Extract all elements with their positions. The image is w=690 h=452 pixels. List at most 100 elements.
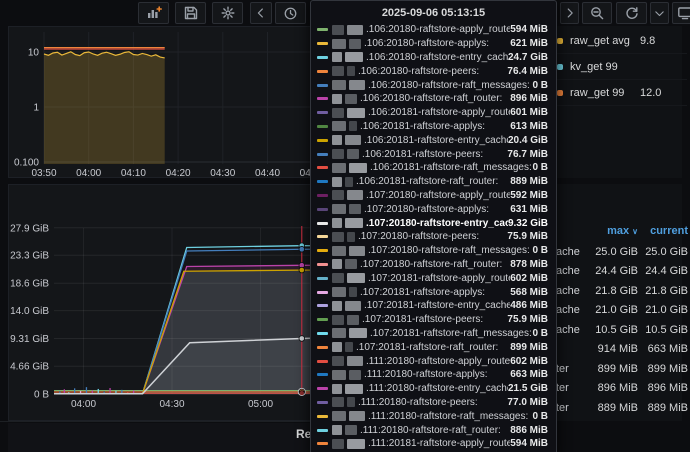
legend-table-header: max∨ current	[556, 220, 688, 242]
series-color-dash-icon	[317, 56, 328, 59]
legend-item[interactable]: raw_get avg9.8	[557, 28, 687, 54]
tooltip-series-value: 621 MiB	[510, 38, 550, 49]
legend-row-max-value: 24.4 GiB	[582, 265, 638, 277]
tooltip-series-label: .111:20180-raftstore-raft_messages:	[368, 411, 528, 422]
redacted-host-block	[347, 190, 363, 200]
legend-item[interactable]: raw_get 9912.0	[557, 80, 687, 106]
legend-item[interactable]: kv_get 99	[557, 54, 687, 80]
redacted-host-block	[345, 135, 361, 145]
series-tooltip: 2025-09-06 05:13:15 .106:20180-raftstore…	[310, 0, 557, 452]
series-color-dash-icon	[317, 346, 328, 349]
tooltip-series-value: 592 MiB	[510, 190, 550, 201]
redacted-host-block	[349, 246, 365, 256]
legend-table-row[interactable]: ter896 MiB896 MiB	[556, 379, 688, 399]
redacted-host-block	[332, 108, 344, 118]
refresh-interval-dropdown[interactable]	[650, 2, 669, 24]
refresh-dashboard-button[interactable]	[616, 2, 647, 24]
column-header-max[interactable]: max∨	[582, 225, 638, 237]
redacted-host-block	[345, 218, 363, 228]
svg-text:0 B: 0 B	[34, 390, 49, 401]
add-panel-button[interactable]	[138, 2, 169, 24]
tooltip-row: .107:20181-raftstore-apply_router:602 Mi…	[317, 271, 550, 285]
tooltip-series-label: .107:20180-raftstore-raft_messages:	[368, 245, 530, 256]
redacted-host-block	[349, 80, 365, 90]
legend-item-label: kv_get 99	[570, 61, 640, 73]
tooltip-series-label: .111:20181-raftstore-apply_router:	[368, 438, 510, 449]
series-color-dash-icon	[317, 208, 328, 211]
dashboard-settings-button[interactable]	[212, 2, 243, 24]
time-range-forward-button[interactable]	[560, 2, 579, 24]
redacted-host-block	[332, 246, 346, 256]
series-color-dash-icon	[317, 387, 328, 390]
tooltip-row: .107:20180-raftstore-applys:631 MiB	[317, 202, 550, 216]
tooltip-series-value: 0 B	[532, 162, 550, 173]
time-range-back-button[interactable]	[250, 2, 272, 24]
redacted-host-block	[349, 370, 361, 380]
series-color-dash-icon	[317, 111, 328, 114]
legend-row-max-value: 899 MiB	[582, 363, 638, 375]
tooltip-series-label: .106:20180-raftstore-apply_router:	[366, 24, 510, 35]
legend-table-row[interactable]: ache25.0 GiB25.0 GiB	[556, 242, 688, 262]
tooltip-series-label: .106:20181-raftstore-entry_cache:	[364, 135, 508, 146]
redacted-host-block	[332, 149, 344, 159]
time-range-picker-button[interactable]	[275, 2, 306, 24]
legend-table-row[interactable]: ache21.0 GiB21.0 GiB	[556, 301, 688, 321]
legend-table-row[interactable]: ache21.8 GiB21.8 GiB	[556, 281, 688, 301]
zoom-out-button[interactable]	[582, 2, 612, 24]
redacted-host-block	[332, 259, 342, 269]
tooltip-row: .111:20180-raftstore-peers:77.0 MiB	[317, 396, 550, 410]
series-color-dot-icon	[557, 64, 563, 70]
tooltip-series-label: .107:20181-raftstore-raft_router:	[356, 342, 498, 353]
series-color-dash-icon	[317, 166, 328, 169]
series-color-dash-icon	[317, 97, 328, 100]
tooltip-row: .107:20180-raftstore-apply_router:592 Mi…	[317, 189, 550, 203]
tooltip-series-value: 602 MiB	[510, 356, 550, 367]
tooltip-row: .106:20180-raftstore-peers:76.4 MiB	[317, 64, 550, 78]
legend-row-label-fragment: ache	[556, 304, 582, 316]
redacted-host-block	[345, 384, 363, 394]
tooltip-rows: .106:20180-raftstore-apply_router: 594 Mi…	[317, 23, 550, 452]
tooltip-row: .107:20181-raftstore-applys:568 MiB	[317, 285, 550, 299]
svg-text:04:10: 04:10	[121, 168, 146, 177]
series-color-dash-icon	[317, 429, 328, 432]
tooltip-series-value: 594 MiB	[510, 438, 550, 449]
legend-row-current-value: 889 MiB	[638, 402, 688, 414]
series-color-dash-icon	[317, 360, 328, 363]
redacted-host-block	[332, 52, 342, 62]
series-color-dash-icon	[317, 235, 328, 238]
legend-table-row[interactable]: ter889 MiB889 MiB	[556, 398, 688, 418]
legend-row-current-value: 899 MiB	[638, 363, 688, 375]
legend-table-row[interactable]: 914 MiB663 MiB	[556, 340, 688, 360]
legend-table-row[interactable]: ache24.4 GiB24.4 GiB	[556, 262, 688, 282]
tooltip-series-value: 663 MiB	[510, 369, 550, 380]
redacted-host-block	[349, 39, 361, 49]
kiosk-mode-button[interactable]	[672, 2, 690, 24]
legend-row-current-value: 25.0 GiB	[638, 246, 688, 258]
svg-text:4.66 GiB: 4.66 GiB	[10, 362, 49, 373]
redacted-host-block	[332, 163, 346, 173]
series-color-dash-icon	[317, 332, 328, 335]
legend-table-row[interactable]: ache10.5 GiB10.5 GiB	[556, 320, 688, 340]
tooltip-series-value: 602 MiB	[510, 273, 550, 284]
redacted-host-block	[332, 66, 344, 76]
redacted-host-block	[332, 218, 342, 228]
svg-text:04:00: 04:00	[76, 168, 101, 177]
svg-text:0.100: 0.100	[14, 158, 39, 169]
zoom-out-icon	[589, 5, 605, 21]
series-color-dash-icon	[317, 125, 328, 128]
tooltip-series-label: .106:20180-raftstore-peers:	[358, 66, 479, 77]
redacted-host-block	[332, 370, 346, 380]
legend-table-row[interactable]: ter899 MiB899 MiB	[556, 359, 688, 379]
save-dashboard-button[interactable]	[175, 2, 206, 24]
tooltip-series-label: .107:20181-raftstore-raft_messages:	[370, 328, 532, 339]
legend-row-max-value: 896 MiB	[582, 382, 638, 394]
redacted-host-block	[347, 273, 365, 283]
column-header-current[interactable]: current	[638, 225, 688, 237]
redacted-host-block	[345, 177, 353, 187]
redacted-host-block	[345, 52, 363, 62]
tooltip-series-value: 0 B	[532, 328, 550, 339]
redacted-host-block	[345, 342, 353, 352]
tooltip-row: .106:20180-raftstore-entry_cache:24.7 Gi…	[317, 51, 550, 65]
redacted-host-block	[332, 397, 344, 407]
memory-legend-table: max∨ current ache25.0 GiB25.0 GiBache24.…	[556, 220, 688, 418]
